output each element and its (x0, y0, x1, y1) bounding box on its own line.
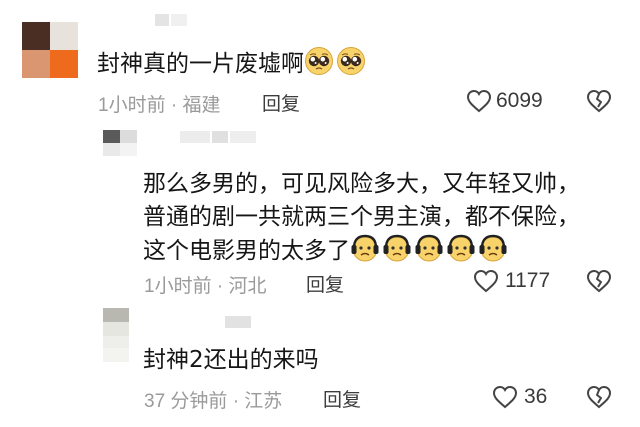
reply-button[interactable]: 回复 (262, 89, 300, 116)
heart-outline-icon (466, 89, 492, 113)
avatar[interactable] (103, 308, 129, 362)
headphones-worried-face-icon (478, 233, 508, 263)
heart-outline-icon (473, 269, 499, 293)
headphones-worried-face-icon (414, 233, 444, 263)
pleading-face-icon (336, 46, 366, 76)
comment-line-1: 那么多男的，可见风险多大，又年轻又帅， (143, 171, 580, 197)
headphones-worried-face-icon (350, 233, 380, 263)
heart-outline-icon (492, 385, 518, 409)
username-blurred[interactable] (225, 316, 255, 328)
avatar[interactable] (103, 130, 137, 156)
like-button[interactable]: 36 (492, 384, 562, 412)
comment-line-3-text: 这个电影男的太多了 (143, 238, 350, 264)
broken-heart-icon[interactable] (586, 269, 612, 293)
username-blurred[interactable] (155, 14, 205, 26)
comment-time-location: 1小时前 · 福建 (98, 95, 221, 116)
comment-text: 封神真的一片废墟啊 (97, 46, 368, 80)
comment-text: 封神2还出的来吗 (143, 347, 319, 373)
like-count: 36 (524, 385, 548, 408)
comment-time-location: 1小时前 · 河北 (144, 276, 267, 297)
headphones-worried-face-icon (446, 233, 476, 263)
broken-heart-icon[interactable] (586, 89, 612, 113)
comment-line-3: 这个电影男的太多了 (143, 233, 510, 267)
comment-body: 封神真的一片废墟啊 (97, 51, 304, 77)
like-button[interactable]: 1177 (473, 268, 563, 296)
comment-time-location: 37 分钟前 · 江苏 (144, 391, 283, 412)
reply-button[interactable]: 回复 (306, 270, 344, 297)
username-blurred[interactable] (180, 131, 260, 143)
reply-button[interactable]: 回复 (323, 385, 361, 412)
pleading-face-icon (304, 46, 334, 76)
comment-line-2: 普通的剧一共就两三个男主演，都不保险， (143, 204, 580, 230)
avatar[interactable] (22, 22, 78, 78)
like-count: 1177 (505, 269, 551, 292)
like-button[interactable]: 6099 (466, 88, 556, 116)
like-count: 6099 (496, 89, 543, 112)
broken-heart-icon[interactable] (586, 385, 612, 409)
headphones-worried-face-icon (382, 233, 412, 263)
